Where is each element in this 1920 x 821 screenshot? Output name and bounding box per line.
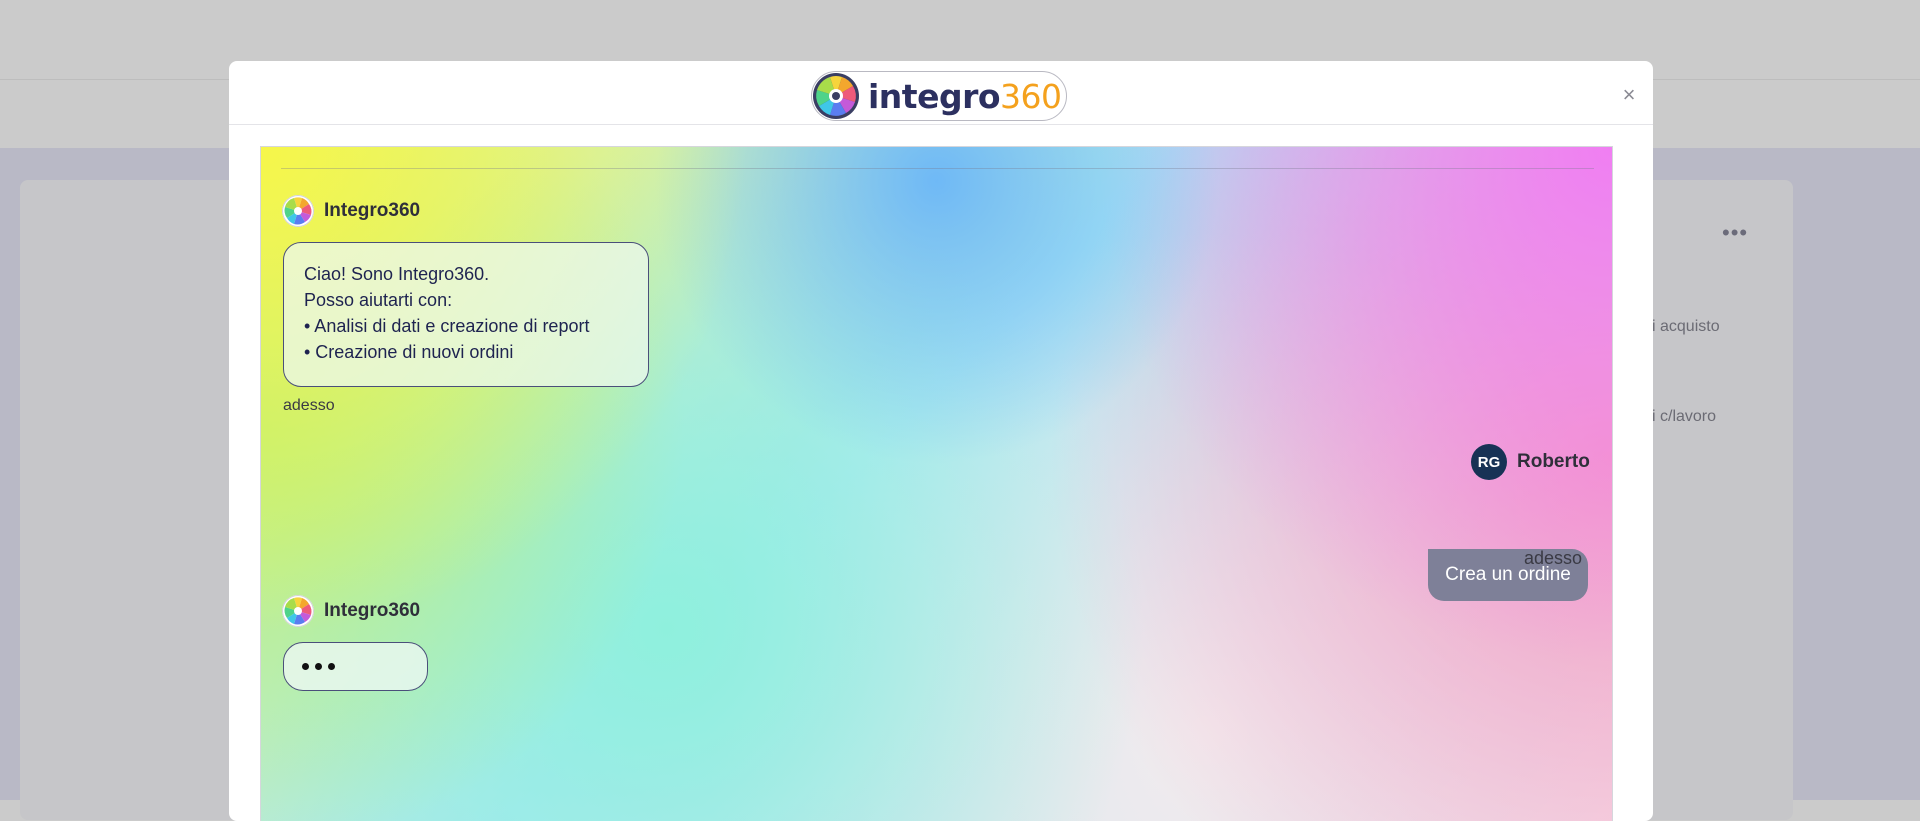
bot-message-line: • Creazione di nuovi ordini	[304, 342, 514, 362]
bot-message-time: adesso	[283, 397, 335, 414]
bot-message-line: Ciao! Sono Integro360.	[304, 264, 490, 284]
integro360-logo: integro360	[811, 71, 1067, 121]
bot-typing-header: Integro360	[282, 595, 420, 627]
bot-message-header: Integro360	[282, 195, 420, 227]
typing-dot	[302, 663, 309, 670]
user-avatar: RG	[1471, 444, 1507, 480]
bot-avatar-icon	[282, 195, 314, 227]
typing-dot	[328, 663, 335, 670]
bot-message-line: • Analisi di dati e creazione di report	[304, 316, 590, 336]
logo-mark-icon	[813, 73, 859, 119]
user-sender-name: Roberto	[1517, 451, 1590, 472]
typing-indicator	[283, 642, 428, 691]
background-text-work: i c/lavoro	[1652, 408, 1717, 425]
bot-sender-name: Integro360	[324, 200, 421, 221]
chat-modal: integro360 × Integro360 Ciao! Sono Integ…	[229, 61, 1653, 821]
background-more-icon: •••	[1722, 220, 1749, 245]
background-text-purchase: i acquisto	[1652, 318, 1720, 335]
typing-dot	[315, 663, 322, 670]
bot-sender-name: Integro360	[324, 600, 421, 621]
logo-word: integro	[868, 76, 1001, 116]
user-message-header: RG Roberto	[1471, 444, 1590, 480]
logo-number: 360	[1000, 76, 1062, 116]
logo-text: integro360	[868, 77, 1062, 116]
bot-message-line: Posso aiutarti con:	[304, 290, 453, 310]
close-icon[interactable]: ×	[1617, 83, 1641, 107]
modal-header: integro360 ×	[229, 61, 1653, 125]
chat-divider	[281, 168, 1594, 169]
bot-message-bubble: Ciao! Sono Integro360. Posso aiutarti co…	[283, 242, 649, 387]
chat-panel[interactable]: Integro360 Ciao! Sono Integro360. Posso …	[260, 146, 1613, 821]
user-message-time: adesso	[1524, 548, 1583, 568]
bot-avatar-icon	[282, 595, 314, 627]
